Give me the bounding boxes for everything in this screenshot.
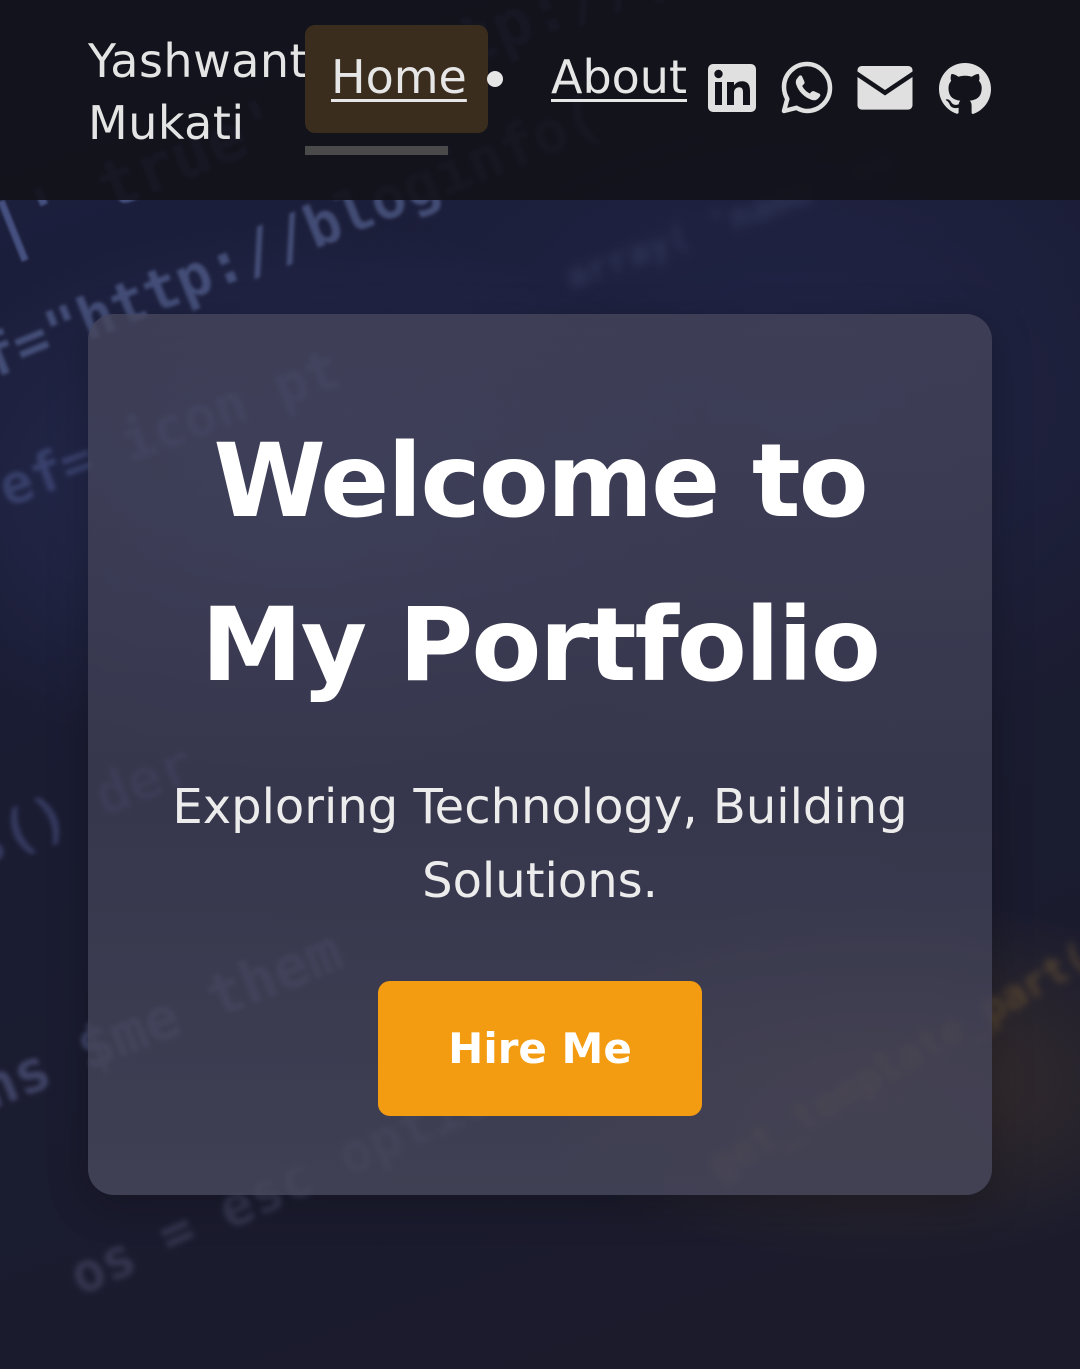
github-icon[interactable] xyxy=(936,60,994,116)
hero-title: Welcome to My Portfolio xyxy=(0,400,1080,728)
brand-last-name: Mukati xyxy=(88,96,245,150)
nav-separator-dot xyxy=(487,71,503,87)
linkedin-icon[interactable] xyxy=(706,60,758,116)
brand-first-name: Yashwant xyxy=(88,34,309,88)
nav-link-home[interactable]: Home xyxy=(331,50,467,104)
nav-link-about[interactable]: About xyxy=(551,50,687,104)
hire-me-button[interactable]: Hire Me xyxy=(378,981,702,1116)
nav-active-indicator xyxy=(305,146,448,155)
whatsapp-icon[interactable] xyxy=(780,60,834,116)
hero-title-line2: My Portfolio xyxy=(201,586,881,705)
mail-icon[interactable] xyxy=(856,64,914,120)
page: |' true' ="http://gmpg f="http://bloginf… xyxy=(0,0,1080,1369)
navbar: Yashwant Mukati Home About xyxy=(0,0,1080,200)
hero-subtitle: Exploring Technology, Building Solutions… xyxy=(172,779,908,909)
brand-name[interactable]: Yashwant Mukati xyxy=(88,30,308,154)
hero-title-line1: Welcome to xyxy=(213,422,868,541)
